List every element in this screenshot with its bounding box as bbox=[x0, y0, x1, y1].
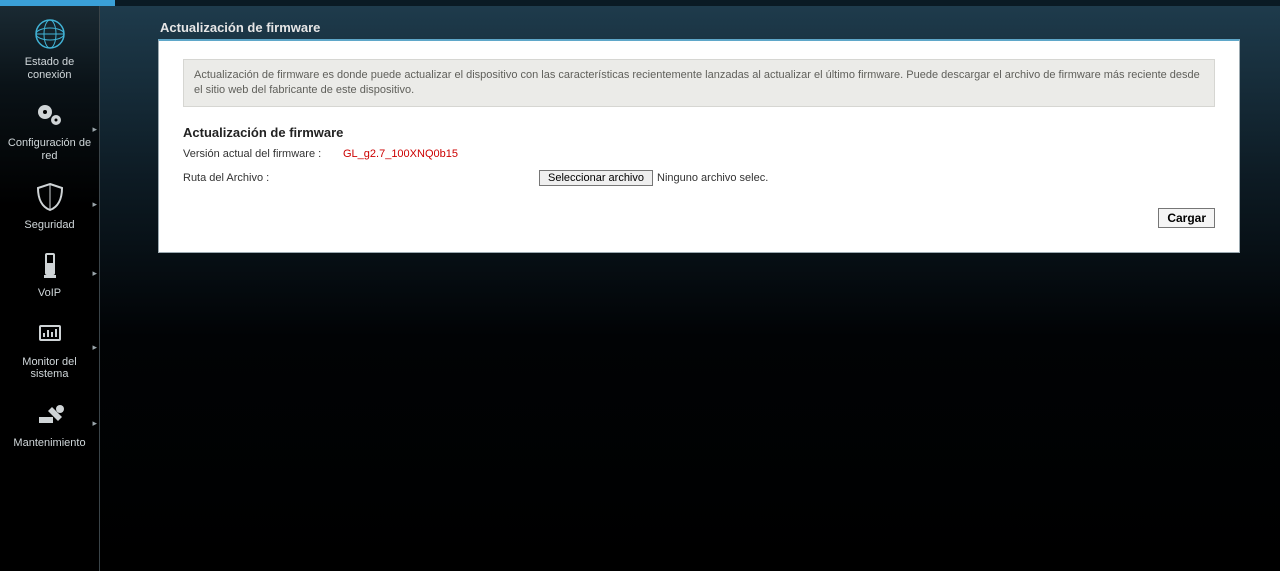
version-label: Versión actual del firmware : bbox=[183, 148, 343, 160]
shield-icon bbox=[32, 179, 68, 215]
choose-file-button[interactable]: Seleccionar archivo bbox=[539, 170, 653, 186]
chevron-right-icon: ▸ bbox=[92, 268, 97, 279]
globe-icon bbox=[32, 16, 68, 52]
sidebar-item-voip[interactable]: VoIP ▸ bbox=[0, 237, 99, 306]
content-panel: Actualización de firmware es donde puede… bbox=[158, 39, 1240, 253]
sidebar-item-label: Estado de conexión bbox=[4, 56, 95, 81]
sidebar-item-network[interactable]: Configuración de red ▸ bbox=[0, 87, 99, 168]
button-row: Cargar bbox=[183, 208, 1215, 228]
file-path-row: Ruta del Archivo : Seleccionar archivo N… bbox=[183, 170, 1215, 186]
path-label: Ruta del Archivo : bbox=[183, 172, 539, 184]
sidebar-item-label: Seguridad bbox=[4, 219, 95, 232]
sidebar-item-maintenance[interactable]: Mantenimiento ▸ bbox=[0, 387, 99, 456]
chevron-right-icon: ▸ bbox=[92, 418, 97, 429]
sidebar-item-label: Configuración de red bbox=[4, 137, 95, 162]
monitor-icon bbox=[32, 316, 68, 352]
chevron-right-icon: ▸ bbox=[92, 124, 97, 135]
main-content: Actualización de firmware Actualización … bbox=[100, 6, 1280, 571]
chevron-right-icon: ▸ bbox=[92, 342, 97, 353]
section-title: Actualización de firmware bbox=[183, 125, 1215, 140]
info-box: Actualización de firmware es donde puede… bbox=[183, 59, 1215, 107]
version-value: GL_g2.7_100XNQ0b15 bbox=[343, 148, 458, 160]
sidebar-item-monitor[interactable]: Monitor del sistema ▸ bbox=[0, 306, 99, 387]
sidebar-item-security[interactable]: Seguridad ▸ bbox=[0, 169, 99, 238]
load-button[interactable]: Cargar bbox=[1158, 208, 1215, 228]
gears-icon bbox=[32, 97, 68, 133]
phone-icon bbox=[32, 247, 68, 283]
file-status-text: Ninguno archivo selec. bbox=[657, 172, 768, 184]
sidebar-item-label: Monitor del sistema bbox=[4, 356, 95, 381]
chevron-right-icon: ▸ bbox=[92, 199, 97, 210]
firmware-version-row: Versión actual del firmware : GL_g2.7_10… bbox=[183, 148, 1215, 160]
sidebar-item-label: Mantenimiento bbox=[4, 437, 95, 450]
sidebar-item-status[interactable]: Estado de conexión bbox=[0, 6, 99, 87]
wrench-icon bbox=[32, 397, 68, 433]
sidebar: Estado de conexión Configuración de red … bbox=[0, 6, 100, 571]
sidebar-item-label: VoIP bbox=[4, 287, 95, 300]
page-title: Actualización de firmware bbox=[158, 20, 1240, 35]
